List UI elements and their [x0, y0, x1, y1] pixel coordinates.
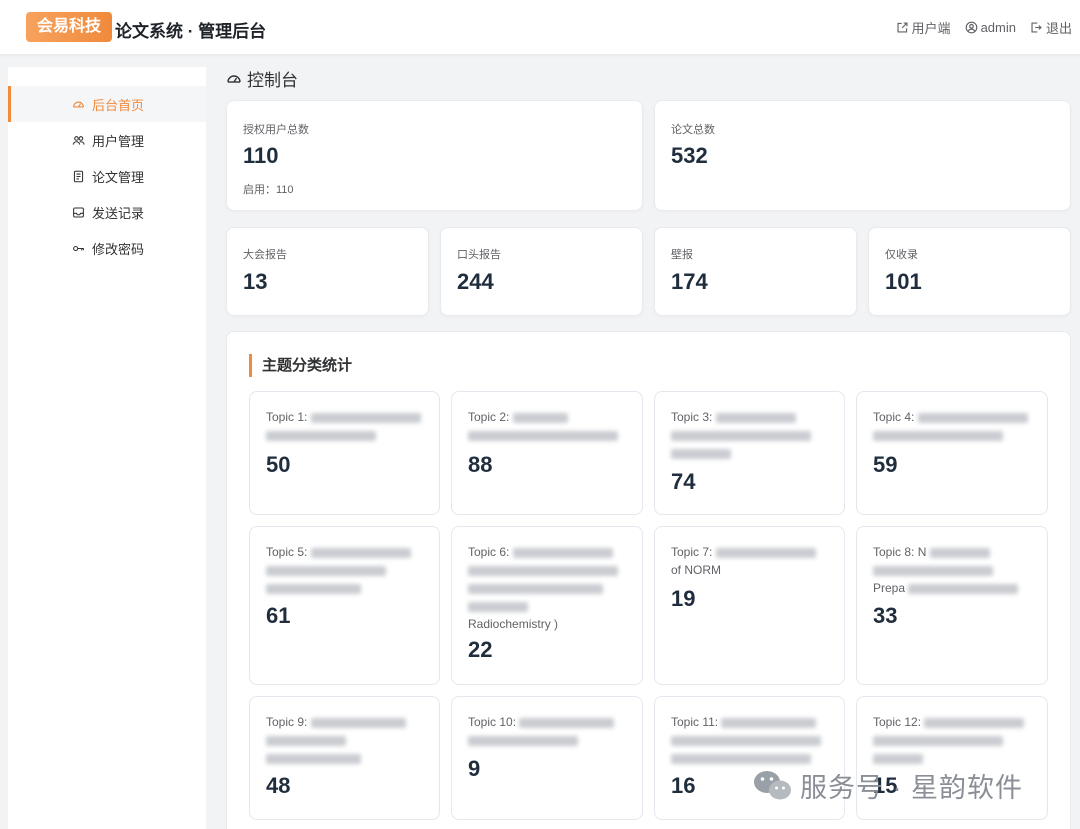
stat-value: 244 — [457, 269, 494, 294]
topic-count: 9 — [468, 756, 481, 781]
topic-count: 50 — [266, 452, 291, 477]
logout-icon — [1031, 22, 1042, 33]
topic-label: Topic 1: — [266, 408, 436, 444]
topic-count: 22 — [468, 637, 493, 662]
user-portal-label: 用户端 — [911, 21, 951, 36]
topic-label: Topic 10: — [468, 713, 638, 749]
stat-label: 大会报告 — [243, 249, 287, 261]
stat-value: 174 — [671, 269, 708, 294]
sidebar-item-send-records[interactable]: 发送记录 — [8, 194, 206, 230]
sidebar-item-users[interactable]: 用户管理 — [8, 122, 206, 158]
topic-card-10[interactable]: Topic 10: 9 — [451, 696, 643, 820]
topic-label: Topic 12: — [873, 713, 1043, 767]
dashboard-icon — [73, 101, 84, 108]
sidebar-item-label: 发送记录 — [92, 205, 145, 221]
sidebar-item-papers[interactable]: 论文管理 — [8, 158, 206, 194]
stat-label: 壁报 — [671, 249, 693, 261]
topic-card-7[interactable]: Topic 7: of NORM 19 — [654, 526, 845, 685]
authorized-users-card: 授权用户总数 110 启用：110 — [226, 100, 643, 211]
topic-card-6[interactable]: Topic 6: Radiochemistry ) 22 — [451, 526, 643, 685]
accepted-only-card: 仅收录 101 — [868, 227, 1071, 316]
topic-label: Topic 9: — [266, 713, 436, 767]
users-icon — [72, 135, 85, 145]
stat-subtext: 启用：110 — [243, 184, 294, 196]
key-icon — [73, 245, 84, 251]
sidebar-item-label: 用户管理 — [92, 133, 145, 149]
topic-card-5[interactable]: Topic 5: 61 — [249, 526, 440, 685]
user-circle-icon — [965, 21, 977, 34]
stat-value: 532 — [671, 143, 708, 168]
sidebar: 后台首页 用户管理 论文管理 发送记录 修改密码 — [8, 67, 206, 829]
admin-user-menu[interactable]: admin — [965, 20, 1016, 35]
user-portal-link[interactable]: 用户端 — [896, 18, 951, 37]
sidebar-item-label: 论文管理 — [92, 169, 145, 185]
plenary-report-card: 大会报告 13 — [226, 227, 429, 316]
stat-label: 论文总数 — [671, 124, 715, 136]
topic-count: 33 — [873, 603, 898, 628]
topic-label: Topic 7: of NORM — [671, 543, 841, 579]
topic-label: Topic 3: — [671, 408, 841, 462]
watermark-text: 服务号 · 星韵软件 — [800, 773, 1023, 803]
sidebar-item-label: 修改密码 — [92, 241, 145, 257]
watermark: 服务号 · 星韵软件 — [752, 766, 1023, 805]
stat-label: 口头报告 — [457, 249, 501, 261]
topic-label: Topic 2: — [468, 408, 638, 444]
oral-report-card: 口头报告 244 — [440, 227, 643, 316]
topic-card-4[interactable]: Topic 4: 59 — [856, 391, 1048, 515]
header-actions: 用户端 admin 退出 — [882, 18, 1072, 37]
topic-label: Topic 5: — [266, 543, 436, 597]
topic-label: Topic 4: — [873, 408, 1043, 444]
topic-count: 88 — [468, 452, 493, 477]
logout-label: 退出 — [1045, 21, 1072, 36]
stat-label: 授权用户总数 — [243, 124, 309, 136]
top-header: 会易科技 论文系统 · 管理后台 用户端 admin 退出 — [0, 0, 1080, 54]
topic-count: 61 — [266, 603, 291, 628]
topic-label: Topic 6: Radiochemistry ) — [468, 543, 638, 633]
topic-card-2[interactable]: Topic 2: 88 — [451, 391, 643, 515]
sidebar-item-home[interactable]: 后台首页 — [8, 86, 206, 122]
topic-count: 59 — [873, 452, 898, 477]
topic-count: 19 — [671, 586, 696, 611]
topic-card-1[interactable]: Topic 1: 50 — [249, 391, 440, 515]
brand-logo[interactable]: 会易科技 — [26, 12, 113, 42]
dashboard-icon — [227, 74, 241, 83]
topic-card-9[interactable]: Topic 9: 48 — [249, 696, 440, 820]
topic-label: Topic 8: N Prepa — [873, 543, 1043, 597]
poster-card: 壁报 174 — [654, 227, 857, 316]
total-papers-card: 论文总数 532 — [654, 100, 1071, 211]
stat-value: 101 — [885, 269, 922, 294]
stat-value: 13 — [243, 269, 268, 294]
stat-label: 仅收录 — [885, 249, 918, 261]
admin-username: admin — [980, 20, 1016, 35]
external-link-icon — [897, 22, 908, 33]
section-title: 主题分类统计 — [249, 354, 352, 377]
topic-card-3[interactable]: Topic 3: 74 — [654, 391, 845, 515]
page-title-text: 控制台 — [247, 71, 298, 90]
sidebar-item-label: 后台首页 — [92, 97, 145, 113]
document-icon — [73, 170, 84, 182]
sidebar-item-change-password[interactable]: 修改密码 — [8, 230, 206, 266]
topic-card-8[interactable]: Topic 8: N Prepa 33 — [856, 526, 1048, 685]
topic-count: 48 — [266, 773, 291, 798]
stat-value: 110 — [243, 143, 279, 168]
topic-count: 16 — [671, 773, 696, 798]
logout-button[interactable]: 退出 — [1030, 18, 1072, 37]
inbox-icon — [73, 207, 84, 217]
page-title: 控制台 — [226, 66, 298, 91]
topic-count: 74 — [671, 469, 696, 494]
topic-label: Topic 11: — [671, 713, 841, 767]
wechat-icon — [754, 770, 791, 799]
app-title: 论文系统 · 管理后台 — [115, 22, 267, 41]
